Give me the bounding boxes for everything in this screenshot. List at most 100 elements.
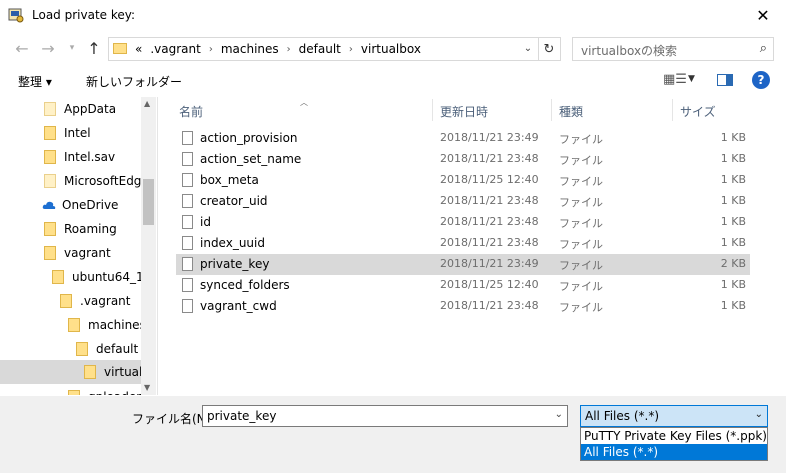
toolbar: 整理 ▾ 新しいフォルダー ▦☰ ▼ ?	[0, 66, 786, 96]
up-button[interactable]: ↑	[84, 38, 104, 58]
search-placeholder: virtualboxの検索	[581, 44, 678, 58]
chevron-right-icon[interactable]: ›	[283, 44, 295, 55]
folder-icon	[84, 365, 96, 379]
file-list: ︿ 名前 更新日時 種類 サイズ action_provision 2018/11…	[157, 97, 786, 395]
breadcrumb-virtualbox[interactable]: virtualbox	[357, 42, 425, 56]
table-row[interactable]: box_meta 2018/11/25 12:40 ファイル 1 KB	[176, 170, 750, 191]
tree-item-machines[interactable]: machines	[68, 314, 146, 336]
back-button[interactable]: ←	[12, 38, 32, 58]
address-dropdown-button[interactable]: ⌄	[519, 37, 537, 59]
address-bar[interactable]: « .vagrant › machines › default › virtua…	[108, 37, 539, 61]
breadcrumb-machines[interactable]: machines	[217, 42, 283, 56]
column-divider[interactable]	[672, 99, 673, 121]
table-row[interactable]: id 2018/11/21 23:48 ファイル 1 KB	[176, 212, 750, 233]
table-row[interactable]: action_provision 2018/11/21 23:49 ファイル 1 KB	[176, 128, 750, 149]
table-row[interactable]: creator_uid 2018/11/21 23:48 ファイル 1 KB	[176, 191, 750, 212]
search-input[interactable]: virtualboxの検索 ⌕	[572, 37, 774, 61]
view-options-icon[interactable]: ▦☰	[663, 72, 687, 87]
breadcrumb-default[interactable]: default	[295, 42, 345, 56]
tree-item-roaming[interactable]: Roaming	[44, 218, 117, 240]
chevron-down-icon[interactable]: ⌄	[555, 409, 563, 420]
column-divider[interactable]	[551, 99, 552, 121]
folder-icon	[60, 294, 72, 308]
file-icon	[182, 194, 193, 208]
preview-pane-icon[interactable]	[717, 74, 733, 86]
folder-icon	[113, 41, 127, 55]
tree-scrollbar[interactable]: ▲ ▼	[141, 97, 156, 395]
scroll-up-icon[interactable]: ▲	[144, 99, 150, 108]
recent-locations-button[interactable]: ▾	[62, 38, 82, 58]
column-header-size[interactable]: サイズ	[680, 103, 716, 120]
tree-item-dot-vagrant[interactable]: .vagrant	[60, 290, 130, 312]
file-type-selected: All Files (*.*)	[585, 409, 660, 423]
folder-icon	[44, 222, 56, 236]
scroll-down-icon[interactable]: ▼	[144, 383, 150, 392]
folder-icon	[44, 150, 56, 164]
table-row[interactable]: action_set_name 2018/11/21 23:48 ファイル 1 KB	[176, 149, 750, 170]
filename-input[interactable]: private_key ⌄	[202, 405, 568, 427]
file-type-select[interactable]: All Files (*.*) ⌄	[580, 405, 768, 427]
folder-icon	[44, 246, 56, 260]
file-icon	[182, 173, 193, 187]
column-divider[interactable]	[432, 99, 433, 121]
refresh-icon: ↻	[543, 41, 555, 57]
close-button[interactable]: ✕	[740, 0, 786, 31]
tree-item-intel-sav[interactable]: Intel.sav	[44, 146, 115, 168]
refresh-button[interactable]: ↻	[538, 37, 561, 61]
folder-icon	[68, 318, 80, 332]
breadcrumb-overflow[interactable]: «	[131, 42, 146, 56]
chevron-down-icon[interactable]: ▼	[688, 74, 695, 84]
folder-icon	[44, 102, 56, 116]
bottom-panel: ファイル名(N): private_key ⌄ All Files (*.*) …	[0, 396, 786, 473]
chevron-right-icon[interactable]: ›	[205, 44, 217, 55]
arrow-left-icon: ←	[15, 38, 29, 58]
tree-item-appdata[interactable]: AppData	[44, 98, 116, 120]
tree-item-virtualbox[interactable]: virtualb	[0, 360, 150, 384]
tree-item-vagrant[interactable]: vagrant	[44, 242, 111, 264]
file-icon	[182, 278, 193, 292]
tree-item-intel[interactable]: Intel	[44, 122, 91, 144]
chevron-right-icon[interactable]: ›	[345, 44, 357, 55]
file-type-option-all[interactable]: All Files (*.*)	[581, 444, 767, 460]
file-icon	[182, 152, 193, 166]
tree-item-default[interactable]: default	[76, 338, 138, 360]
arrow-up-icon: ↑	[87, 38, 101, 58]
file-type-dropdown-list: PuTTY Private Key Files (*.ppk) All File…	[580, 427, 768, 461]
file-icon	[182, 215, 193, 229]
scrollbar-thumb[interactable]	[143, 179, 154, 225]
table-row-selected[interactable]: private_key 2018/11/21 23:49 ファイル 2 KB	[176, 254, 750, 275]
chevron-down-icon[interactable]: ⌄	[755, 409, 763, 420]
table-row[interactable]: vagrant_cwd 2018/11/21 23:48 ファイル 1 KB	[176, 296, 750, 317]
tree-item-onedrive[interactable]: OneDrive	[42, 194, 118, 216]
close-icon: ✕	[756, 6, 770, 25]
title-bar: Load private key: ✕	[0, 0, 786, 31]
organize-button[interactable]: 整理 ▾	[18, 73, 52, 90]
breadcrumb-vagrant[interactable]: .vagrant	[146, 42, 204, 56]
folder-icon	[52, 270, 64, 284]
file-icon	[182, 257, 193, 271]
onedrive-cloud-icon	[42, 199, 56, 211]
new-folder-button[interactable]: 新しいフォルダー	[86, 73, 182, 90]
tree-item-microsoftedge[interactable]: MicrosoftEdge	[44, 170, 149, 192]
tree-item-gploader[interactable]: gploader	[68, 386, 141, 395]
tree-item-ubuntu64[interactable]: ubuntu64_18	[52, 266, 151, 288]
chevron-down-icon: ▾	[69, 43, 75, 53]
help-icon[interactable]: ?	[752, 71, 770, 89]
putty-key-icon	[8, 7, 24, 23]
folder-icon	[44, 174, 56, 188]
navigation-tree: AppData Intel Intel.sav MicrosoftEdge On…	[0, 97, 156, 395]
file-icon	[182, 299, 193, 313]
folder-icon	[76, 342, 88, 356]
column-header-name[interactable]: 名前	[179, 103, 203, 120]
folder-icon	[44, 126, 56, 140]
forward-button[interactable]: →	[38, 38, 58, 58]
table-row[interactable]: index_uuid 2018/11/21 23:48 ファイル 1 KB	[176, 233, 750, 254]
column-header-type[interactable]: 種類	[559, 103, 583, 120]
file-type-option-ppk[interactable]: PuTTY Private Key Files (*.ppk)	[581, 428, 767, 444]
filename-value: private_key	[207, 409, 277, 423]
column-header-date[interactable]: 更新日時	[440, 103, 488, 120]
arrow-right-icon: →	[41, 38, 55, 58]
table-row[interactable]: synced_folders 2018/11/25 12:40 ファイル 1 KB	[176, 275, 750, 296]
folder-icon	[68, 390, 80, 395]
file-icon	[182, 236, 193, 250]
